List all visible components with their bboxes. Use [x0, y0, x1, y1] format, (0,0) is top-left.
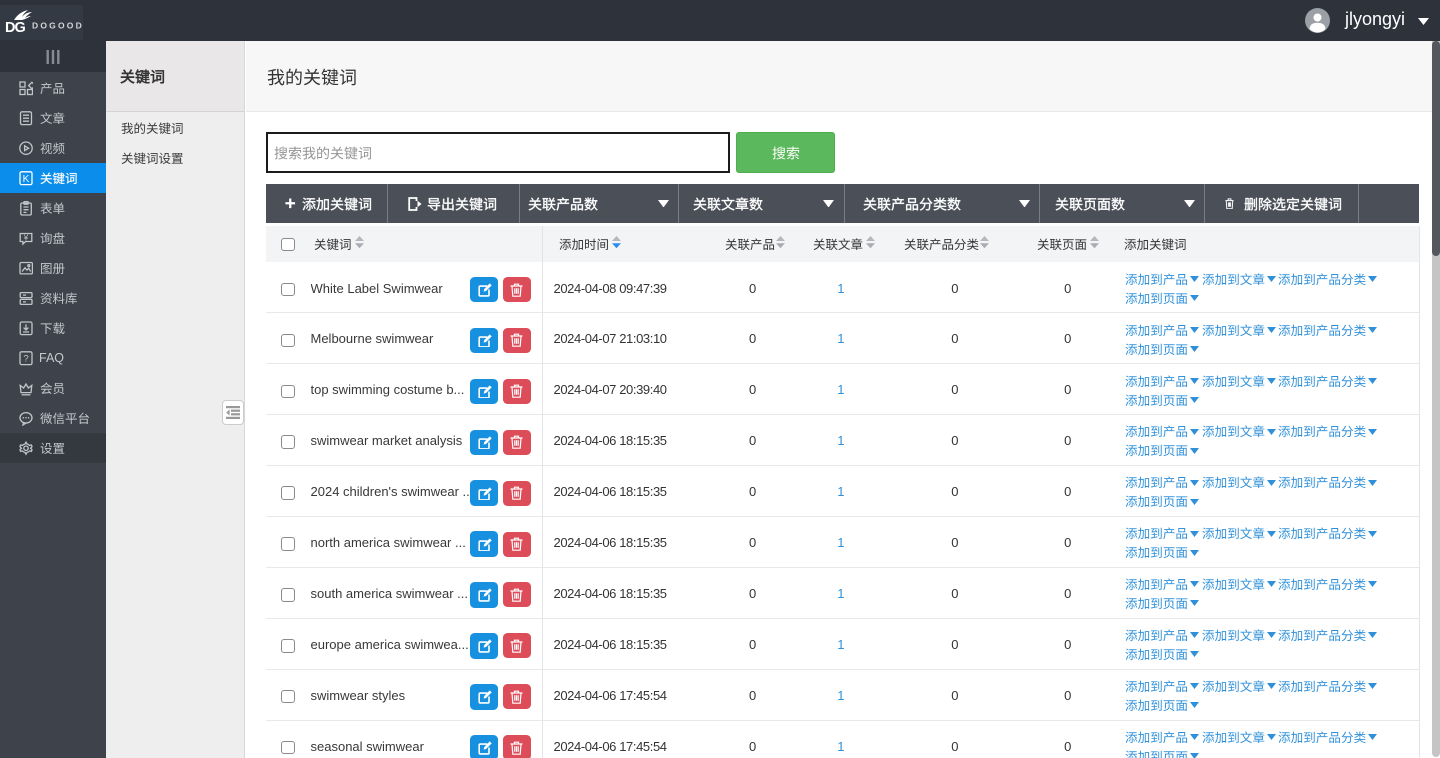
svg-text:DG: DG — [5, 20, 25, 36]
svg-text:¥: ¥ — [23, 233, 29, 242]
svg-text:DOGOOD: DOGOOD — [32, 21, 82, 31]
svg-text:?: ? — [23, 353, 28, 364]
svg-text:K: K — [23, 174, 30, 185]
